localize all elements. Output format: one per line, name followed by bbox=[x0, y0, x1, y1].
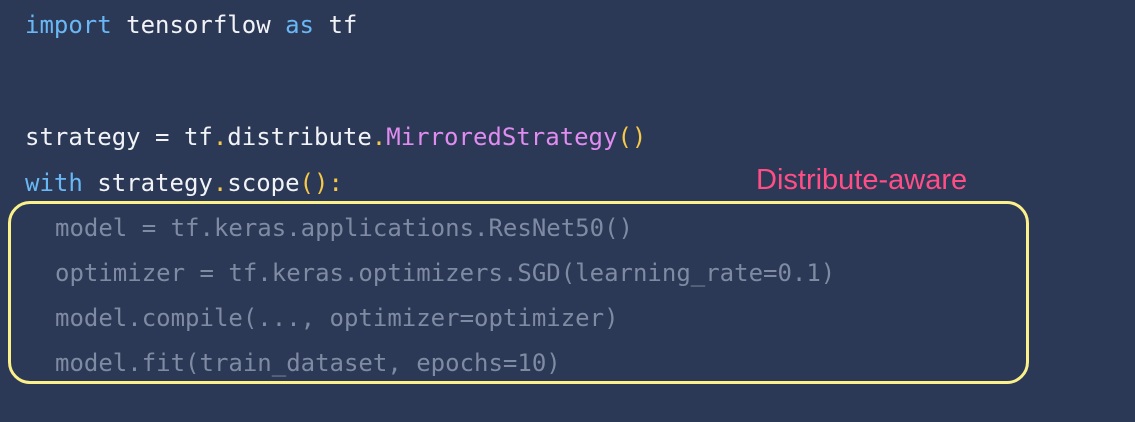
code-line-with-scope: with strategy.scope(): bbox=[25, 168, 343, 198]
code-line-strategy: strategy = tf.distribute.MirroredStrateg… bbox=[25, 122, 646, 152]
strategy-assignment: strategy = tf bbox=[25, 123, 213, 151]
keyword-as: as bbox=[285, 11, 314, 39]
highlight-box bbox=[8, 201, 1029, 384]
annotation-label: Distribute-aware bbox=[756, 164, 968, 196]
dot-operator: . bbox=[212, 169, 228, 197]
dot-operator: . bbox=[212, 123, 228, 151]
strategy-object: strategy bbox=[82, 169, 213, 197]
class-mirrored-strategy: MirroredStrategy bbox=[386, 123, 618, 151]
call-parens: () bbox=[299, 169, 329, 197]
keyword-with: with bbox=[25, 169, 83, 197]
distribute-module: distribute bbox=[227, 123, 372, 151]
module-name: tensorflow bbox=[111, 11, 286, 39]
module-alias: tf bbox=[314, 11, 358, 39]
scope-method: scope bbox=[227, 169, 300, 197]
call-parens: () bbox=[617, 123, 647, 151]
code-line-import: import tensorflow as tf bbox=[25, 10, 357, 40]
keyword-import: import bbox=[25, 11, 112, 39]
colon: : bbox=[328, 169, 343, 197]
dot-operator: . bbox=[371, 123, 387, 151]
